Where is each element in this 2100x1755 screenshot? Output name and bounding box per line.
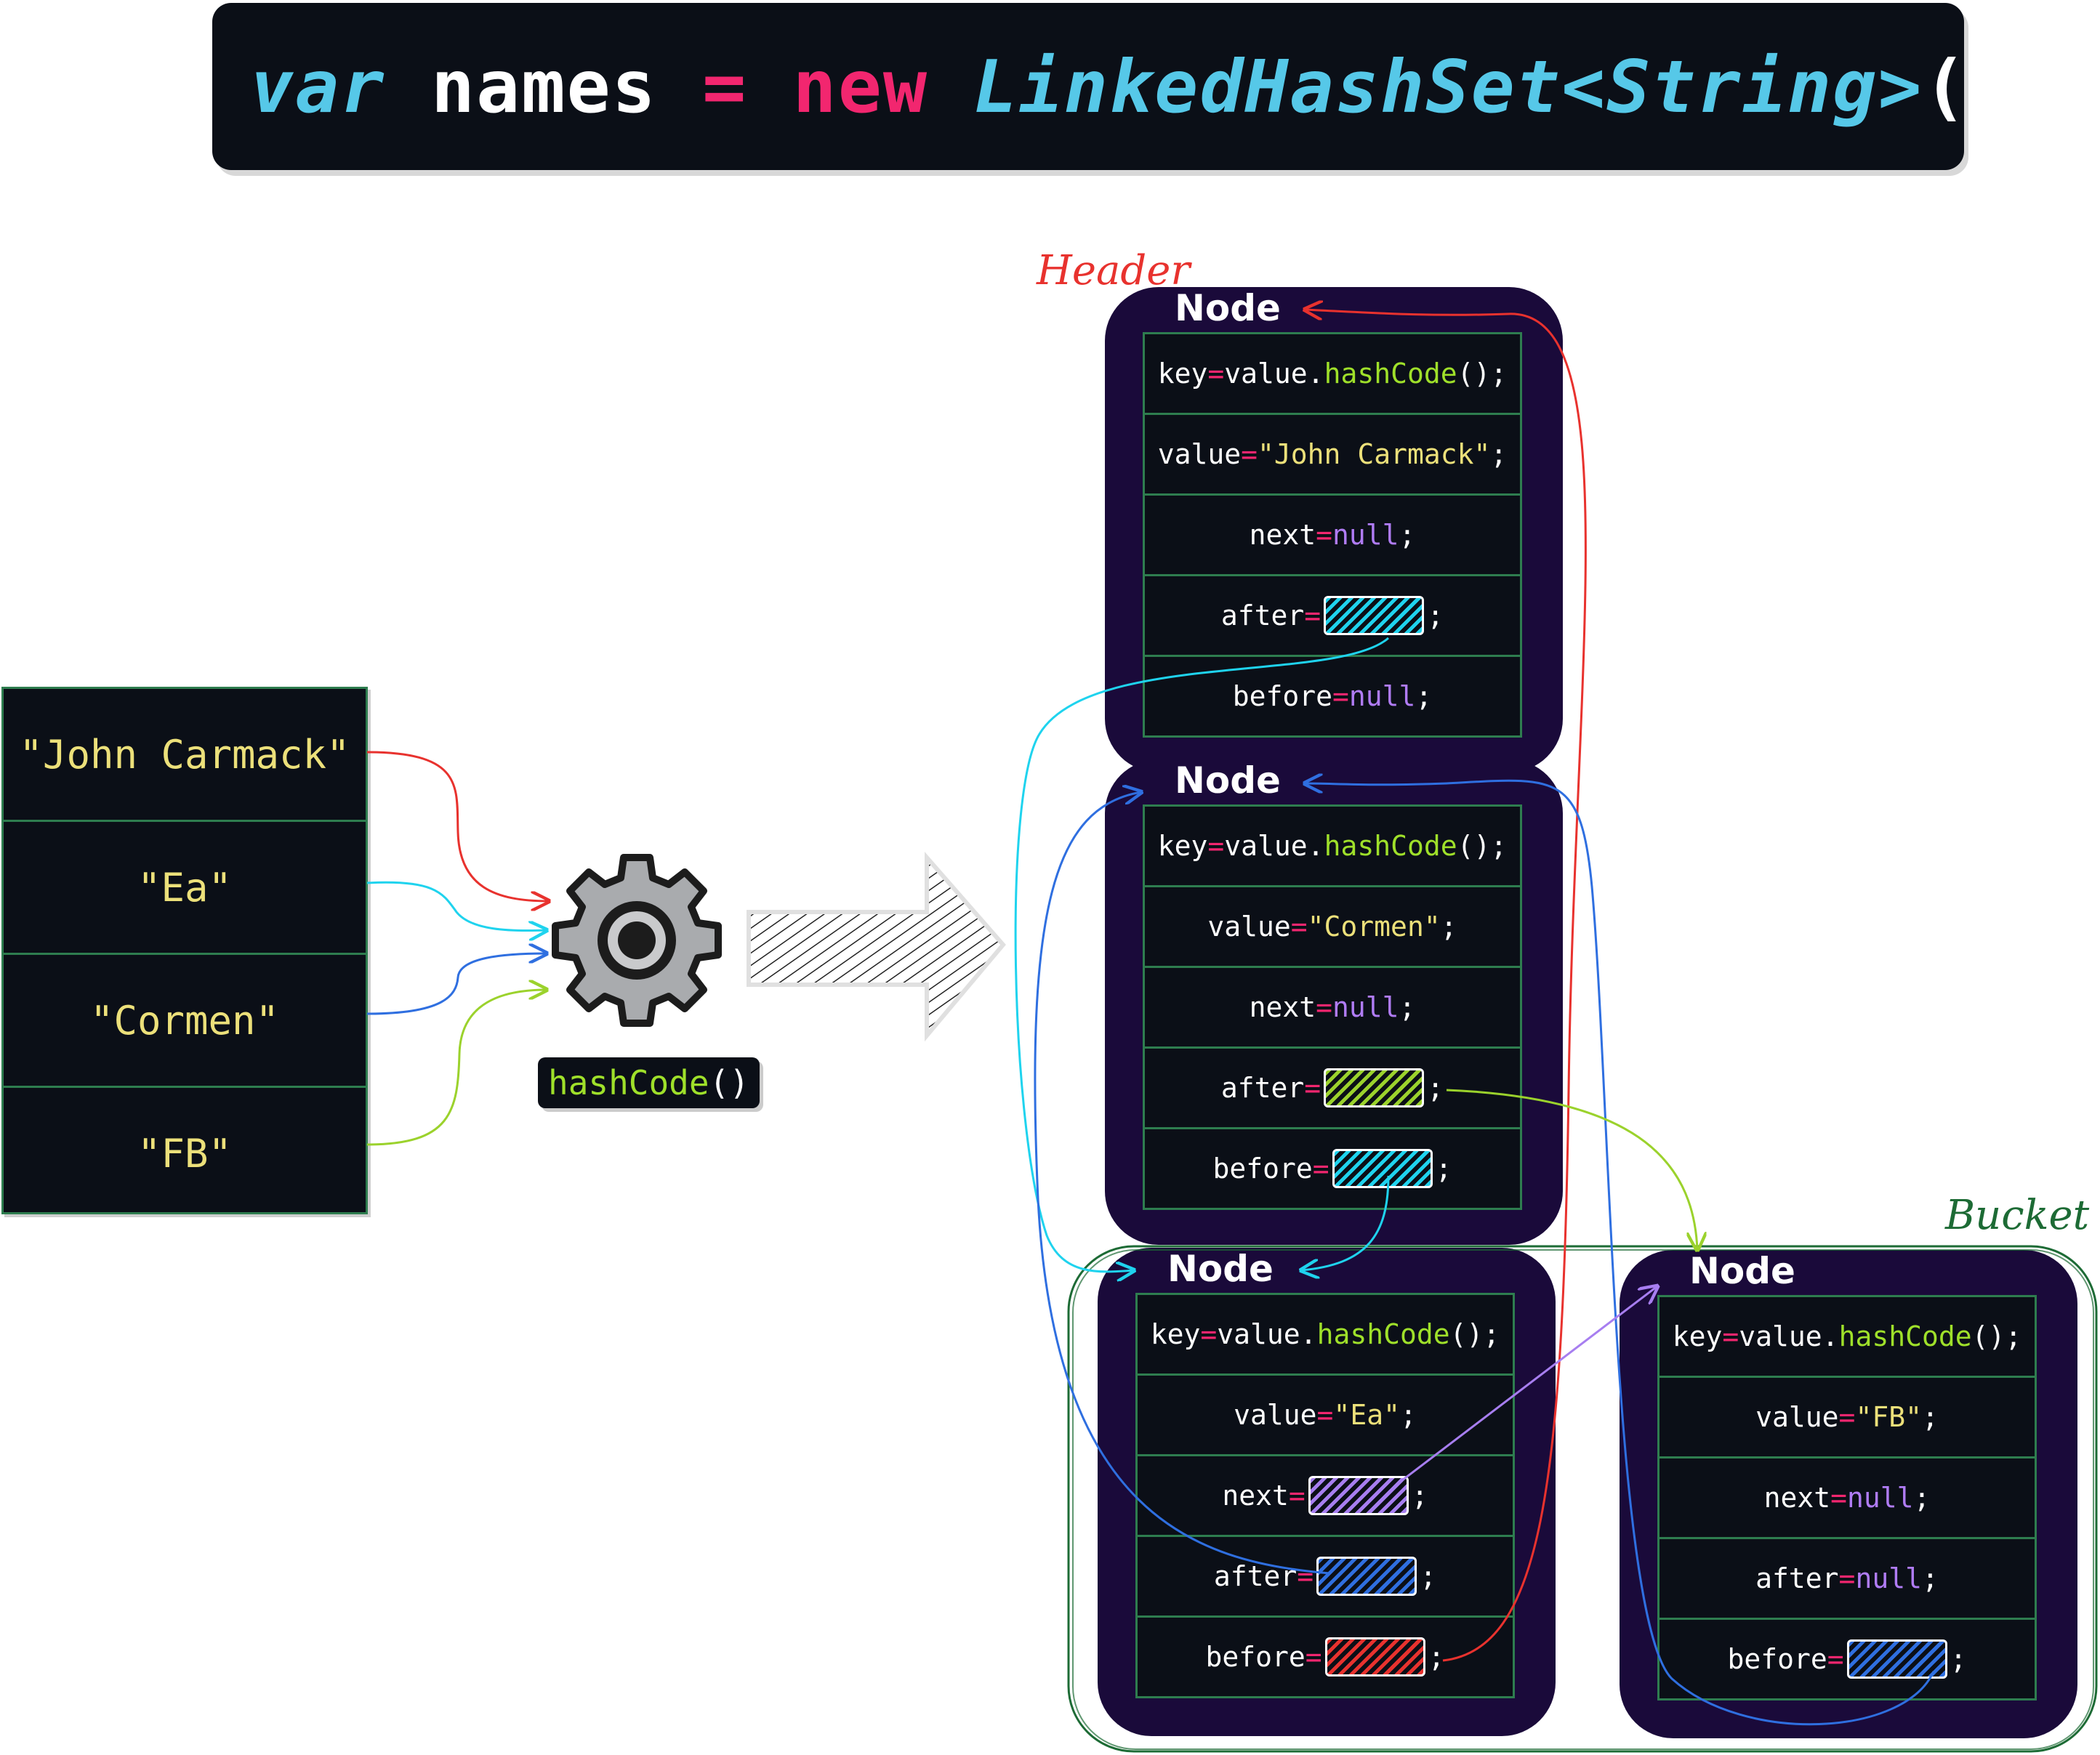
ea-to-gear-arrow (366, 881, 547, 930)
ea-next-to-fb-arrow (1399, 1286, 1657, 1484)
bucket-outline (1067, 1245, 2098, 1753)
connector-overlay (366, 0, 2098, 1753)
transform-arrow-icon (747, 852, 1006, 1042)
cormen-before-to-ea-arrow (1301, 1175, 1390, 1270)
john-to-gear-arrow (366, 751, 549, 901)
ea-before-to-header-arrow (1305, 310, 1587, 1662)
cormen-to-gear-arrow (366, 953, 547, 1015)
ea-after-to-cormen-arrow (1034, 792, 1331, 1575)
fb-before-to-cormen-arrow (1305, 780, 1935, 1726)
john-after-to-ea-arrow (1014, 637, 1389, 1272)
cormen-after-to-fb-arrow (1446, 1089, 1697, 1250)
